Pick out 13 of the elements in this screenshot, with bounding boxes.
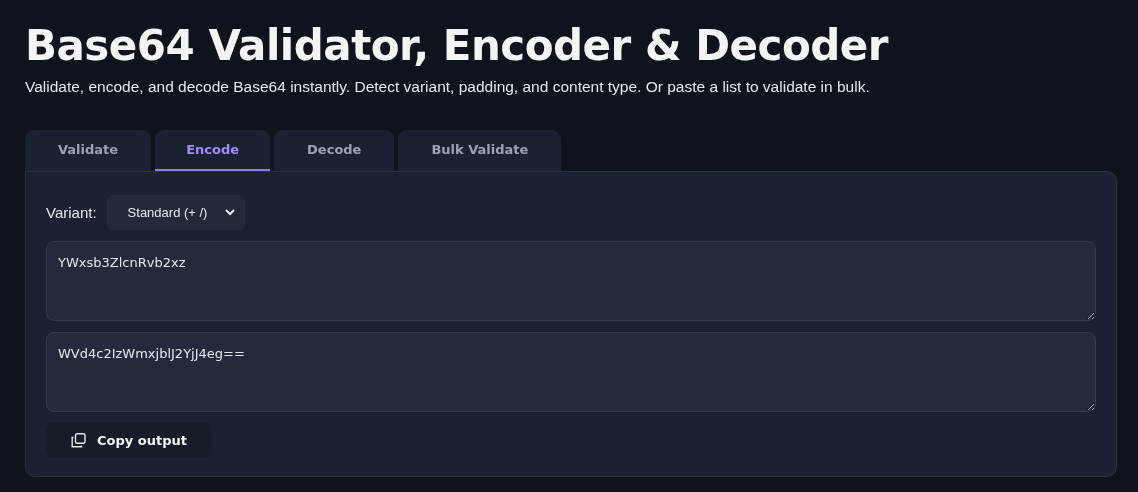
- page-subtitle: Validate, encode, and decode Base64 instantly. Detect variant, padding, and content type. Or paste a list to validate in bulk.: [25, 78, 871, 96]
- tab[interactable]: Validate: [25, 130, 152, 171]
- variant-dropdown[interactable]: Standard (+ /): [106, 195, 246, 230]
- output-field[interactable]: WVd4c2IzWmxjblJ2YjJ4eg==: [46, 332, 1096, 412]
- tab[interactable]: Encode: [155, 130, 271, 171]
- copy-output-button[interactable]: Copy output: [46, 423, 212, 457]
- tab[interactable]: Bulk Validate: [398, 130, 562, 171]
- variant-label: Variant:: [46, 204, 97, 221]
- tab[interactable]: Decode: [274, 130, 395, 171]
- copy-icon: [71, 432, 86, 448]
- input-field[interactable]: YWxsb3ZlcnRvb2xz: [46, 241, 1096, 321]
- page-title: Base64 Validator, Encoder & Decoder: [25, 20, 890, 72]
- chevron-down-icon: [225, 209, 236, 216]
